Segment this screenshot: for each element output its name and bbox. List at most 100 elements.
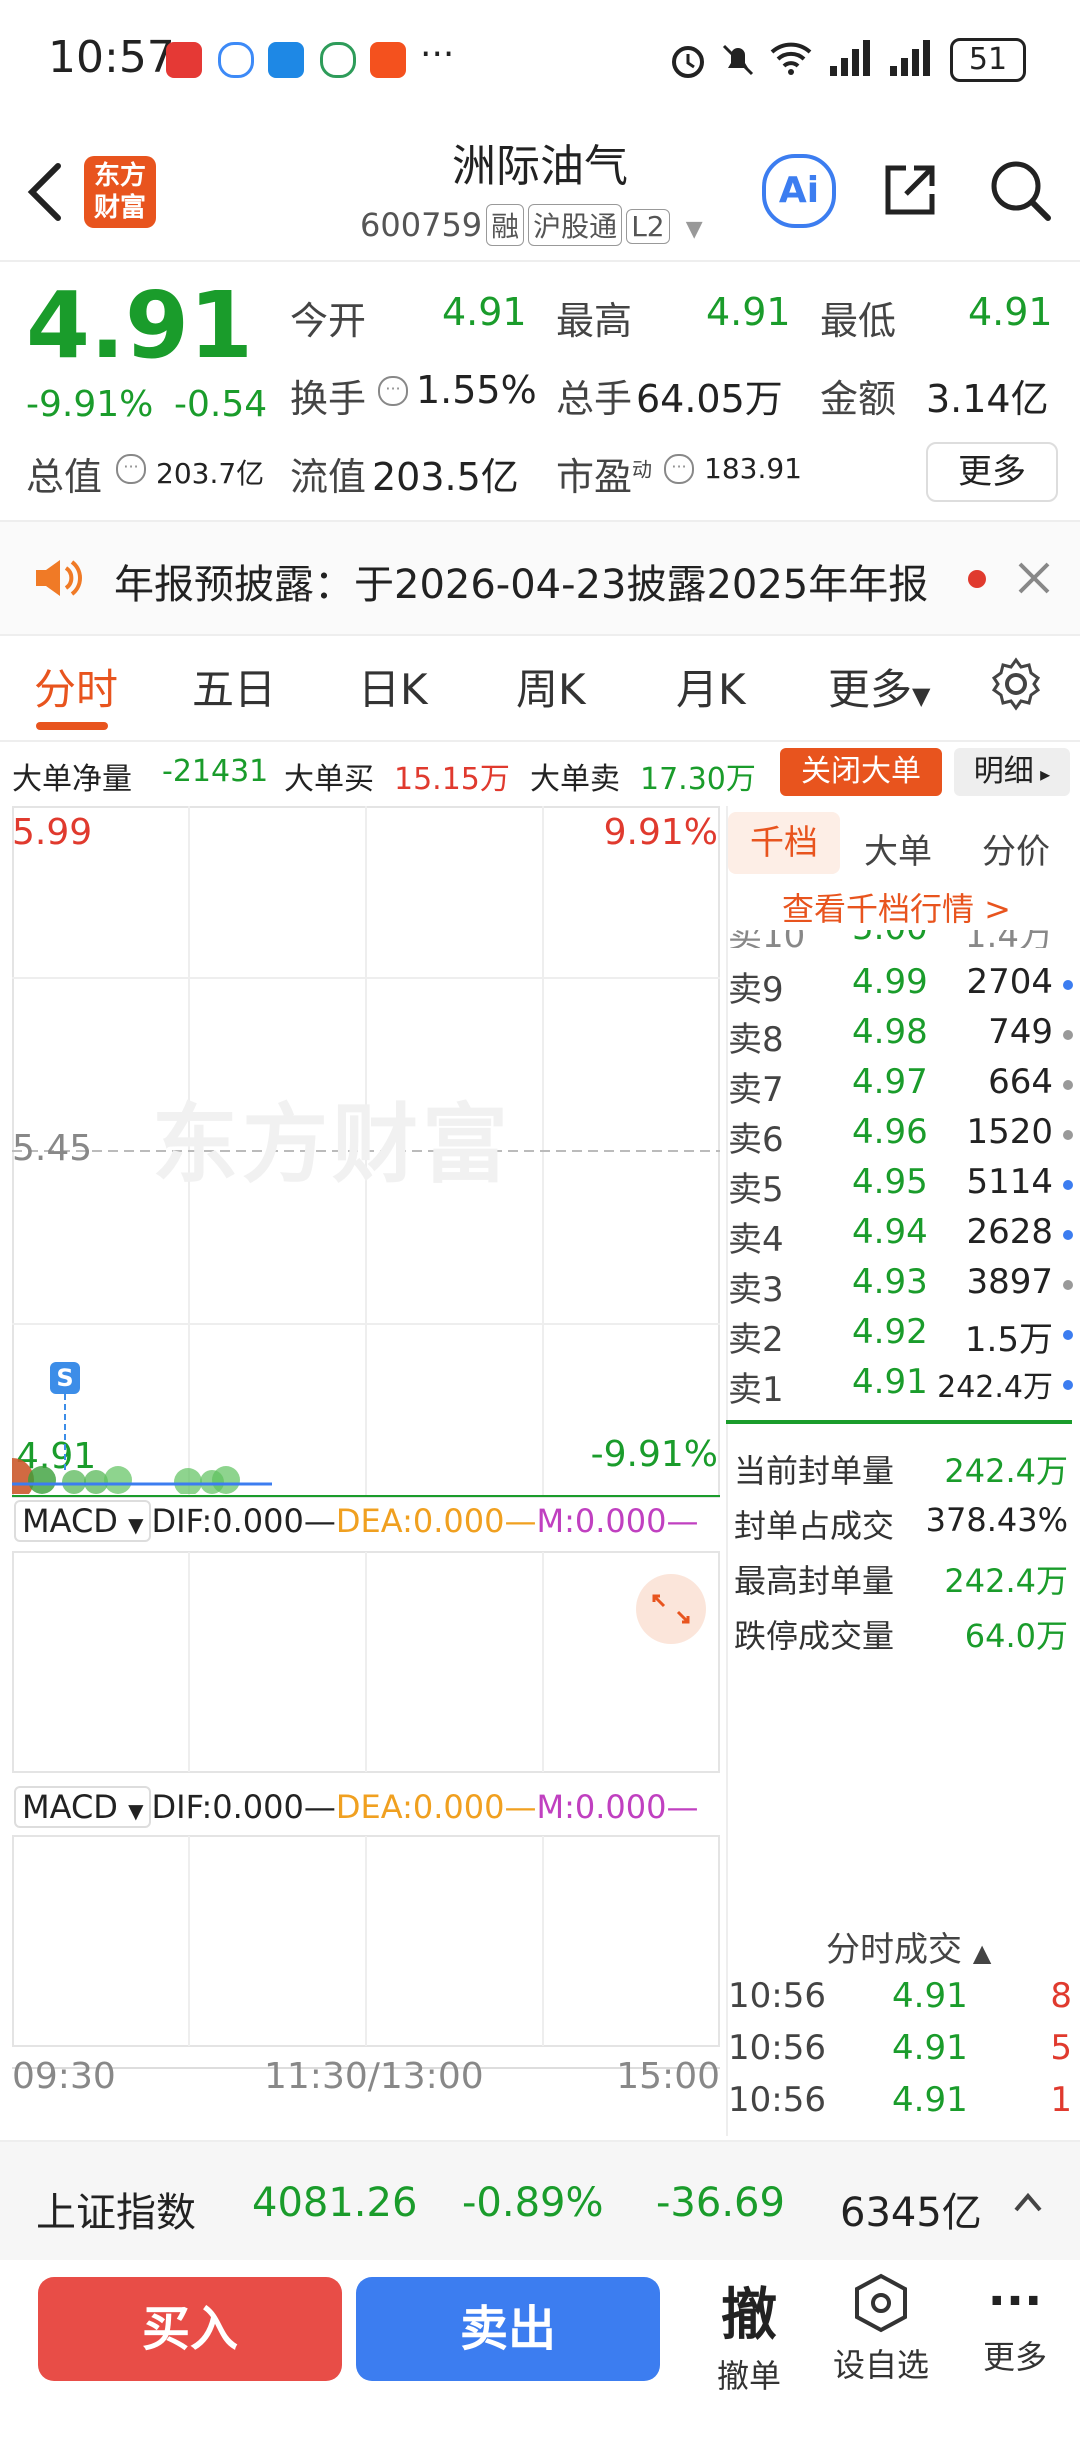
search-icon[interactable] [986, 156, 1054, 224]
ask-level-label: 卖7 [728, 1070, 784, 1110]
change-pct: -9.91% [26, 384, 154, 425]
ask-row[interactable]: 卖8 4.98 749 [728, 1012, 1073, 1062]
info-dots-icon[interactable]: ··· [116, 454, 146, 484]
expand-button[interactable] [636, 1574, 706, 1644]
info-dots-icon[interactable]: ··· [378, 376, 408, 406]
tab-five-day[interactable]: 五日 [192, 656, 276, 717]
cancel-glyph-icon: 撤 [721, 2283, 777, 2348]
dropdown-triangle-icon: ▼ [685, 217, 703, 242]
more-stats-button[interactable]: 更多 [926, 442, 1058, 502]
close-big-order-button[interactable]: 关闭大单 [780, 748, 942, 796]
tab-daily-k[interactable]: 日K [358, 656, 428, 717]
amount-label: 金额 [820, 377, 897, 421]
ask-volume: 3897 [966, 1262, 1053, 1302]
tab-weekly-k[interactable]: 周K [516, 656, 586, 717]
tab-more[interactable]: 更多▼ [828, 656, 930, 717]
index-bar[interactable]: 上证指数 4081.26 -0.89% -36.69 6345亿 [0, 2140, 1080, 2262]
macd-select-2[interactable]: MACD ▼ [14, 1786, 152, 1828]
macd-select-1[interactable]: MACD ▼ [14, 1500, 152, 1542]
partial-row: 卖10 5.00 1.4万 [728, 930, 1073, 948]
notice-text: 年报预披露：于2026-04-23披露2025年年报 [114, 562, 929, 608]
notice-bar[interactable]: 年报预披露：于2026-04-23披露2025年年报 [0, 520, 1080, 636]
ask-row[interactable]: 卖6 4.96 1520 [728, 1112, 1073, 1162]
ask-row[interactable]: 卖1 4.91 242.4万 [728, 1362, 1073, 1412]
trade-time: 10:56 [728, 1976, 826, 2016]
tab-thousand-levels[interactable]: 千档 [728, 812, 840, 874]
order-source-dot [1063, 1380, 1073, 1390]
volume-value: 64.05万 [636, 377, 783, 421]
settings-gear-icon[interactable] [988, 656, 1044, 712]
seal-stat-row: 封单占成交 378.43% [734, 1501, 1068, 1551]
trade-volume: 8 [1050, 1976, 1072, 2016]
tab-monthly-k[interactable]: 月K [676, 656, 746, 717]
seal-stat-label: 最高封单量 [734, 1562, 895, 1600]
ask-row[interactable]: 卖5 4.95 5114 [728, 1162, 1073, 1212]
sell-signal-marker[interactable]: S [50, 1362, 80, 1394]
battery-level: 51 [968, 42, 1008, 77]
seal-stat-row: 最高封单量 242.4万 [734, 1556, 1068, 1606]
ask-price: 4.98 [852, 1012, 928, 1052]
market-cap-label: 总值 [26, 455, 103, 499]
share-icon[interactable] [878, 158, 942, 222]
ask-price: 4.94 [852, 1212, 928, 1252]
paper-plane-icon [370, 42, 406, 78]
signal-icon [830, 40, 870, 76]
add-watchlist-button[interactable]: 设自选 [826, 2270, 936, 2386]
status-bar: 10:57 ··· 51 [0, 0, 1080, 120]
stock-code: 600759 [360, 206, 483, 244]
ask-price: 4.93 [852, 1262, 928, 1302]
pe-label: 市盈动 [556, 446, 652, 501]
cancel-order-button[interactable]: 撤 撤单 [694, 2270, 804, 2397]
dropdown-triangle-icon: ▼ [128, 1513, 144, 1537]
more-dots-icon: ··· [420, 34, 455, 75]
high-label: 最高 [556, 299, 633, 343]
macd-dif: DIF:0.000— [151, 1788, 336, 1826]
order-source-dot [1063, 1230, 1073, 1240]
big-order-sell-label: 大单卖 [530, 762, 620, 797]
change-amount: -0.54 [174, 384, 268, 425]
intraday-chart[interactable]: 东方财富 5.99 9.91% 5.45 4.91 -9.91% S MACD … [12, 806, 720, 2097]
ask-row[interactable]: 卖4 4.94 2628 [728, 1212, 1073, 1262]
message-icon [268, 42, 304, 78]
open-value: 4.91 [442, 290, 527, 334]
tab-price-distribution[interactable]: 分价 [982, 824, 1050, 873]
ask-row[interactable]: 卖9 4.99 2704 [728, 962, 1073, 1012]
more-actions-button[interactable]: ··· 更多 [960, 2270, 1070, 2378]
sell-button[interactable]: 卖出 [356, 2277, 660, 2381]
float-cap-value: 203.5亿 [372, 455, 519, 499]
stock-code-line[interactable]: 600759 融沪股通 L2 ▼ [360, 204, 703, 246]
ask-volume: 1520 [966, 1112, 1053, 1152]
speaker-icon [36, 560, 82, 596]
view-thousand-levels-link[interactable]: 查看千档行情 > [782, 884, 1011, 930]
buy-button[interactable]: 买入 [38, 2277, 342, 2381]
turnover-label: 换手 [290, 377, 367, 421]
dropdown-triangle-icon: ▼ [128, 1799, 144, 1823]
tab-big-orders[interactable]: 大单 [864, 824, 932, 873]
detail-button[interactable]: 明细 ▸ [954, 748, 1070, 796]
ask-volume: 2628 [966, 1212, 1053, 1252]
ask-row[interactable]: 卖2 4.92 1.5万 [728, 1312, 1073, 1362]
ask-volume: 1.5万 [964, 1320, 1053, 1360]
divider-line [726, 1420, 1072, 1424]
float-cap-label: 流值 [290, 455, 367, 499]
order-source-dot [1063, 1130, 1073, 1140]
index-change: -36.69 [656, 2180, 785, 2226]
trades-title[interactable]: 分时成交 ▲ [826, 1922, 991, 1971]
order-source-dot [1063, 1080, 1073, 1090]
ask-row[interactable]: 卖7 4.97 664 [728, 1062, 1073, 1112]
ask-price: 4.91 [852, 1362, 928, 1402]
tab-intraday[interactable]: 分时 [34, 656, 118, 717]
market-cap-value: 203.7亿 [156, 457, 265, 490]
close-icon[interactable] [1016, 560, 1052, 596]
status-time: 10:57 [48, 32, 175, 83]
partial-row-label: 卖10 [728, 930, 805, 948]
ai-button[interactable]: Ai [762, 154, 836, 228]
tab-active-indicator [36, 722, 108, 730]
info-dots-icon[interactable]: ··· [664, 454, 694, 484]
ask-level-label: 卖5 [728, 1170, 784, 1210]
chevron-up-icon[interactable] [1012, 2188, 1044, 2216]
ask-price: 4.96 [852, 1112, 928, 1152]
macd-m: M:0.000— [536, 1502, 699, 1540]
ask-row[interactable]: 卖3 4.93 3897 [728, 1262, 1073, 1312]
seal-stat-value: 242.4万 [944, 1452, 1068, 1490]
